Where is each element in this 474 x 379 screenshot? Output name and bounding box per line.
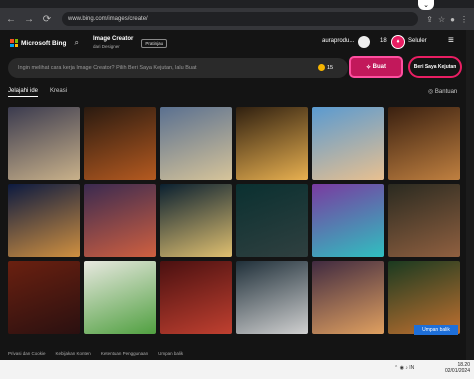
- clock[interactable]: 18.20 02/01/2024: [445, 362, 470, 374]
- footer-feedback[interactable]: Umpan balik: [158, 351, 183, 356]
- preview-badge: Pratinjau: [141, 38, 168, 48]
- image-tile[interactable]: [8, 107, 80, 180]
- prompt-placeholder: Ingin melihat cara kerja Image Creator? …: [18, 65, 197, 71]
- tray-icons[interactable]: ⌃ ◉ ♪ IN: [394, 365, 414, 371]
- boost-count-value: 15: [327, 64, 334, 71]
- download-indicator-icon[interactable]: ⌄: [418, 0, 434, 10]
- image-tile[interactable]: [388, 261, 460, 334]
- feedback-button[interactable]: Umpan balik: [414, 325, 458, 335]
- tabs: Jelajahi ide Kreasi: [8, 88, 67, 97]
- browser-menu-icon[interactable]: ⋮: [460, 15, 468, 24]
- product-sub: dari Designer: [92, 44, 120, 49]
- image-tile[interactable]: [160, 107, 232, 180]
- image-grid: [8, 107, 460, 334]
- scrollbar[interactable]: [466, 30, 474, 360]
- feedback-label: Umpan balik: [422, 327, 450, 333]
- bing-image-creator: Microsoft Bing ⌕ Image Creator dari Desi…: [0, 30, 474, 360]
- footer-privacy[interactable]: Privasi dan Cookie: [8, 351, 46, 356]
- image-tile[interactable]: [8, 184, 80, 257]
- mobile-link[interactable]: Seluler: [408, 38, 427, 44]
- prompt-input[interactable]: Ingin melihat cara kerja Image Creator? …: [8, 58, 348, 78]
- image-tile[interactable]: [236, 261, 308, 334]
- image-tile[interactable]: [236, 107, 308, 180]
- reward-icon[interactable]: ♦: [391, 35, 405, 49]
- image-tile[interactable]: [312, 261, 384, 334]
- coin-count: 18: [380, 38, 387, 44]
- image-tile[interactable]: [8, 261, 80, 334]
- image-tile[interactable]: [388, 107, 460, 180]
- image-tile[interactable]: [236, 184, 308, 257]
- product-name: Image Creator: [92, 36, 134, 42]
- product-title[interactable]: Image Creator dari Designer: [93, 36, 133, 50]
- share-icon[interactable]: ⇪: [426, 15, 433, 24]
- help-icon: ◎: [428, 89, 435, 95]
- image-tile[interactable]: [160, 261, 232, 334]
- footer-terms[interactable]: Ketentuan Penggunaan: [101, 351, 148, 356]
- brand-label: Microsoft Bing: [21, 39, 67, 47]
- boost-coin-icon: [318, 64, 325, 71]
- footer: Privasi dan Cookie Kebijakan Konten Kete…: [0, 346, 474, 360]
- profile-icon[interactable]: ●: [450, 15, 455, 24]
- address-bar[interactable]: www.bing.com/images/create/: [62, 12, 418, 26]
- clock-date: 02/01/2024: [444, 368, 470, 374]
- bing-logo[interactable]: Microsoft Bing: [10, 39, 67, 47]
- user-name[interactable]: auraprodu...: [322, 38, 354, 44]
- image-tile[interactable]: [84, 261, 156, 334]
- hamburger-menu-icon[interactable]: ≡: [448, 35, 454, 46]
- browser-chrome: ← → ⟳ www.bing.com/images/create/ ⇪ ☆ ● …: [0, 0, 474, 30]
- help-link[interactable]: ◎ Bantuan: [428, 88, 457, 95]
- forward-icon[interactable]: →: [22, 12, 36, 26]
- image-tile[interactable]: [388, 184, 460, 257]
- surprise-me-button[interactable]: Beri Saya Kejutan: [408, 56, 462, 78]
- url-text: www.bing.com/images/create/: [68, 16, 148, 22]
- back-icon[interactable]: ←: [4, 12, 18, 26]
- help-label: Bantuan: [434, 89, 458, 95]
- tab-creations[interactable]: Kreasi: [50, 88, 67, 97]
- microsoft-logo-icon: [10, 39, 18, 47]
- avatar[interactable]: [358, 36, 370, 48]
- image-tile[interactable]: [312, 107, 384, 180]
- tray-lang: IN: [409, 365, 415, 371]
- image-tile[interactable]: [84, 184, 156, 257]
- image-tile[interactable]: [160, 184, 232, 257]
- footer-content-policy[interactable]: Kebijakan Konten: [56, 351, 91, 356]
- bookmark-icon[interactable]: ☆: [438, 15, 445, 24]
- wand-icon: ✧: [365, 64, 373, 71]
- create-button[interactable]: ✧ Buat: [349, 56, 403, 78]
- create-label: Buat: [372, 64, 387, 70]
- search-icon[interactable]: ⌕: [75, 38, 79, 48]
- image-tile[interactable]: [312, 184, 384, 257]
- browser-navbar: ← → ⟳ www.bing.com/images/create/ ⇪ ☆ ● …: [0, 8, 474, 30]
- reload-icon[interactable]: ⟳: [40, 12, 54, 26]
- tab-explore[interactable]: Jelajahi ide: [8, 88, 39, 97]
- boost-count: 15: [318, 64, 333, 71]
- image-tile[interactable]: [84, 107, 156, 180]
